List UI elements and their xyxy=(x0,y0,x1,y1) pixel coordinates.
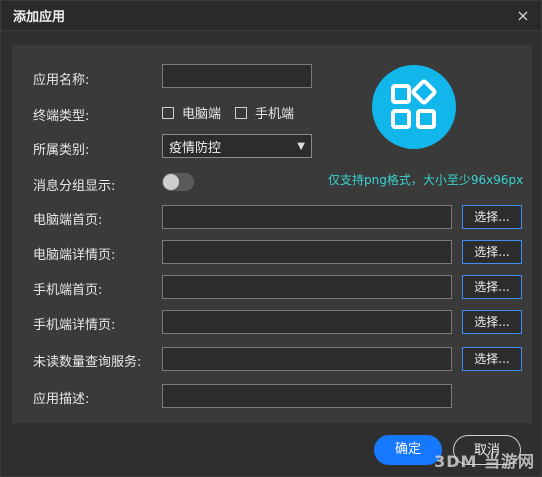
pc-home-input[interactable] xyxy=(162,205,452,229)
close-icon[interactable]: × xyxy=(515,8,531,24)
pc-checkbox-label: 电脑端 xyxy=(182,107,222,122)
pc-detail-label: 电脑端详情页: xyxy=(33,248,116,263)
dialog-title: 添加应用 xyxy=(13,10,66,25)
terminal-type-label: 终端类型: xyxy=(33,109,90,124)
mobile-checkbox-label: 手机端 xyxy=(255,107,295,122)
row-unread-service: 未读数量查询服务: 选择... xyxy=(12,345,532,373)
pc-home-choose-button[interactable]: 选择... xyxy=(462,205,522,229)
unread-service-input[interactable] xyxy=(162,347,452,371)
app-name-input[interactable] xyxy=(162,64,312,88)
group-display-toggle[interactable] xyxy=(162,173,194,191)
category-selected-value: 疫情防控 xyxy=(169,140,222,156)
mobile-home-input[interactable] xyxy=(162,275,452,299)
row-pc-home: 电脑端首页: 选择... xyxy=(12,203,532,231)
pc-detail-input[interactable] xyxy=(162,240,452,264)
mobile-detail-input[interactable] xyxy=(162,310,452,334)
pc-home-label: 电脑端首页: xyxy=(33,213,103,228)
app-icon-upload[interactable] xyxy=(372,65,456,149)
apps-grid-icon xyxy=(391,79,437,129)
form-panel: 应用名称: 终端类型: 电脑端 手机端 所属类别: 疫情防控 ▼ 消息分组显示: xyxy=(12,45,532,423)
pc-checkbox[interactable] xyxy=(162,106,174,119)
category-label: 所属类别: xyxy=(33,143,90,158)
description-label: 应用描述: xyxy=(33,392,90,407)
terminal-type-group: 电脑端 手机端 xyxy=(162,103,308,122)
mobile-checkbox[interactable] xyxy=(235,106,248,119)
dialog-titlebar: 添加应用 × xyxy=(1,1,541,31)
ok-button[interactable]: 确定 xyxy=(374,435,442,465)
row-description: 应用描述: xyxy=(12,382,532,410)
row-mobile-home: 手机端首页: 选择... xyxy=(12,273,532,301)
app-name-label: 应用名称: xyxy=(33,73,90,88)
icon-size-hint: 仅支持png格式，大小至少96x96px xyxy=(328,173,524,187)
group-display-label: 消息分组显示: xyxy=(33,179,116,194)
row-mobile-detail: 手机端详情页: 选择... xyxy=(12,308,532,336)
mobile-home-choose-button[interactable]: 选择... xyxy=(462,275,522,299)
pc-detail-choose-button[interactable]: 选择... xyxy=(462,240,522,264)
watermark-logo: 3DM 当游网 xyxy=(434,452,535,471)
unread-service-label: 未读数量查询服务: xyxy=(33,355,142,370)
category-select[interactable]: 疫情防控 ▼ xyxy=(162,134,312,158)
add-app-dialog: 添加应用 × 应用名称: 终端类型: 电脑端 手机端 所属类别: 疫情防控 ▼ … xyxy=(0,0,542,477)
mobile-detail-label: 手机端详情页: xyxy=(33,318,116,333)
toggle-knob xyxy=(163,174,179,190)
row-pc-detail: 电脑端详情页: 选择... xyxy=(12,238,532,266)
mobile-home-label: 手机端首页: xyxy=(33,283,103,298)
unread-service-choose-button[interactable]: 选择... xyxy=(462,347,522,371)
mobile-detail-choose-button[interactable]: 选择... xyxy=(462,310,522,334)
chevron-down-icon: ▼ xyxy=(297,140,305,152)
description-input[interactable] xyxy=(162,384,452,408)
